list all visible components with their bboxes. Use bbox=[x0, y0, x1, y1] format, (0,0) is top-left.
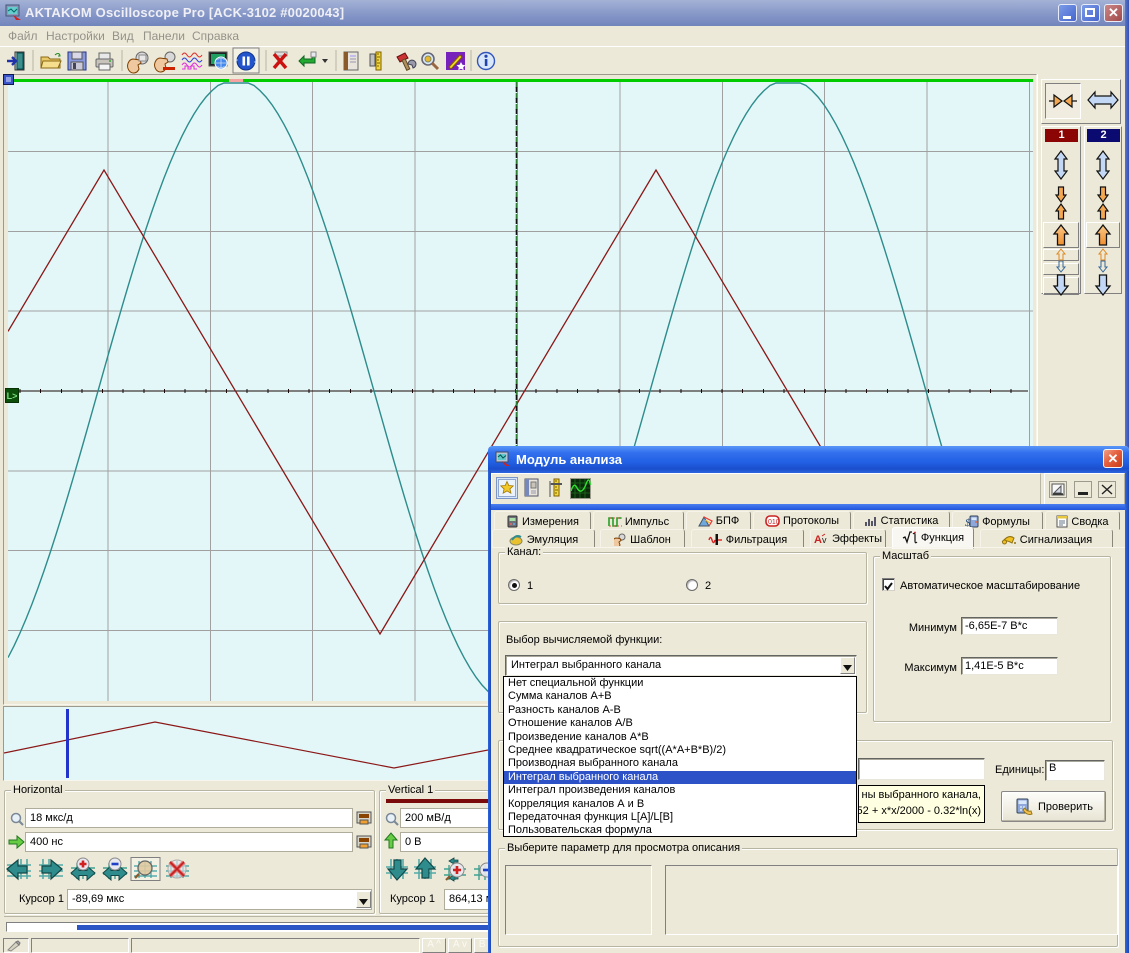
svg-text:A: A bbox=[814, 534, 822, 545]
svg-text:010: 010 bbox=[768, 519, 780, 526]
svg-text:v: v bbox=[822, 535, 827, 545]
